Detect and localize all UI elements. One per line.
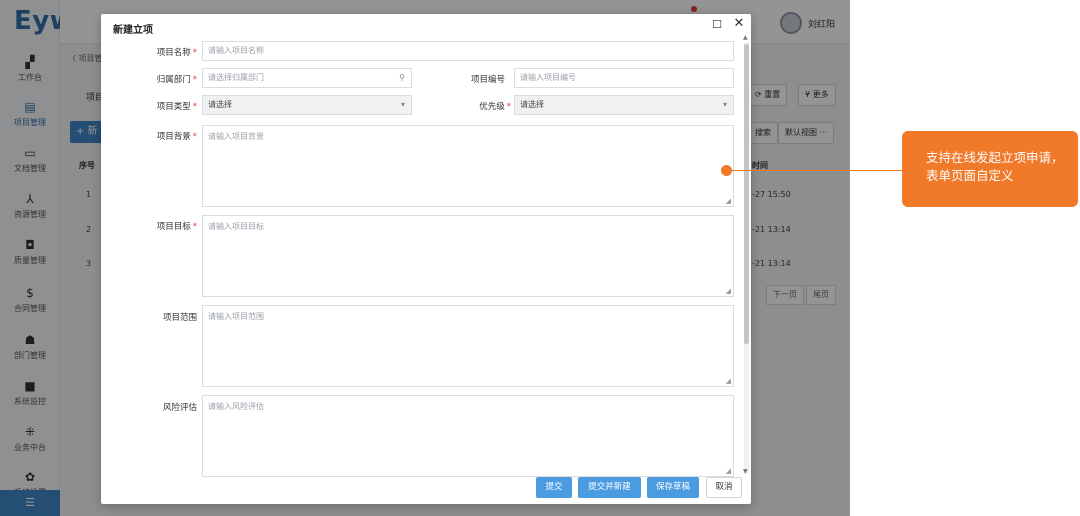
goal-label: 项目目标 *: [156, 222, 197, 232]
maximize-icon[interactable]: ☐: [710, 18, 724, 32]
type-label: 项目类型 *: [156, 102, 197, 112]
background-label: 项目背景 *: [156, 132, 197, 142]
name-label: 项目名称 *: [156, 48, 197, 58]
feature-callout: 支持在线发起立项申请，表单页面自定义: [902, 131, 1078, 207]
project-scope-textarea[interactable]: 请输入项目范围 ◢: [202, 305, 734, 387]
project-name-input[interactable]: 请输入项目名称: [202, 41, 734, 61]
risk-assessment-textarea[interactable]: 请输入风险评估 ◢: [202, 395, 734, 477]
project-background-textarea[interactable]: 请输入项目背景 ◢: [202, 125, 734, 207]
resize-handle-icon[interactable]: ◢: [726, 377, 731, 385]
close-icon[interactable]: ✕: [732, 17, 746, 31]
priority-label: 优先级 *: [479, 102, 511, 112]
risk-label: 风险评估: [162, 403, 197, 413]
app-window: Eywe ▞ 工作台 ▤ 项目管理 ▭ 文档管理 ⅄ 资源管理 ◘ 质量管理 $ 合同管理 ☗ 部门管理 ■…: [0, 0, 850, 516]
search-icon: ⚲: [399, 73, 405, 82]
project-code-input[interactable]: 请输入项目编号: [514, 68, 734, 88]
department-select[interactable]: 请选择归属部门 ⚲: [202, 68, 412, 88]
scroll-down-icon[interactable]: ▼: [743, 468, 748, 475]
new-project-dialog: 新建立项 ☐ ✕ 项目名称 * 请输入项目名称 归属部门 * 请选择归属部门 ⚲ 项目…: [101, 14, 751, 504]
scope-label: 项目范围: [162, 313, 197, 323]
scroll-up-icon[interactable]: ▲: [743, 34, 748, 41]
department-label: 归属部门 *: [156, 75, 197, 85]
submit-button[interactable]: 提交: [536, 477, 572, 498]
resize-handle-icon[interactable]: ◢: [726, 287, 731, 295]
save-draft-button[interactable]: 保存草稿: [647, 477, 699, 498]
project-goal-textarea[interactable]: 请输入项目目标 ◢: [202, 215, 734, 297]
submit-and-new-button[interactable]: 提交并新建: [578, 477, 641, 498]
cancel-button[interactable]: 取消: [706, 477, 742, 498]
project-type-select[interactable]: 请选择 ▾: [202, 95, 412, 115]
callout-anchor-dot: [721, 165, 732, 176]
caret-down-icon: ▾: [400, 100, 405, 109]
scrollbar-thumb[interactable]: [744, 44, 749, 344]
callout-connector: [728, 170, 902, 171]
resize-handle-icon[interactable]: ◢: [726, 467, 731, 475]
caret-down-icon: ▾: [722, 100, 727, 109]
dialog-title: 新建立项: [113, 25, 153, 36]
priority-select[interactable]: 请选择 ▾: [514, 95, 734, 115]
code-label: 项目编号: [470, 75, 505, 85]
resize-handle-icon[interactable]: ◢: [726, 197, 731, 205]
